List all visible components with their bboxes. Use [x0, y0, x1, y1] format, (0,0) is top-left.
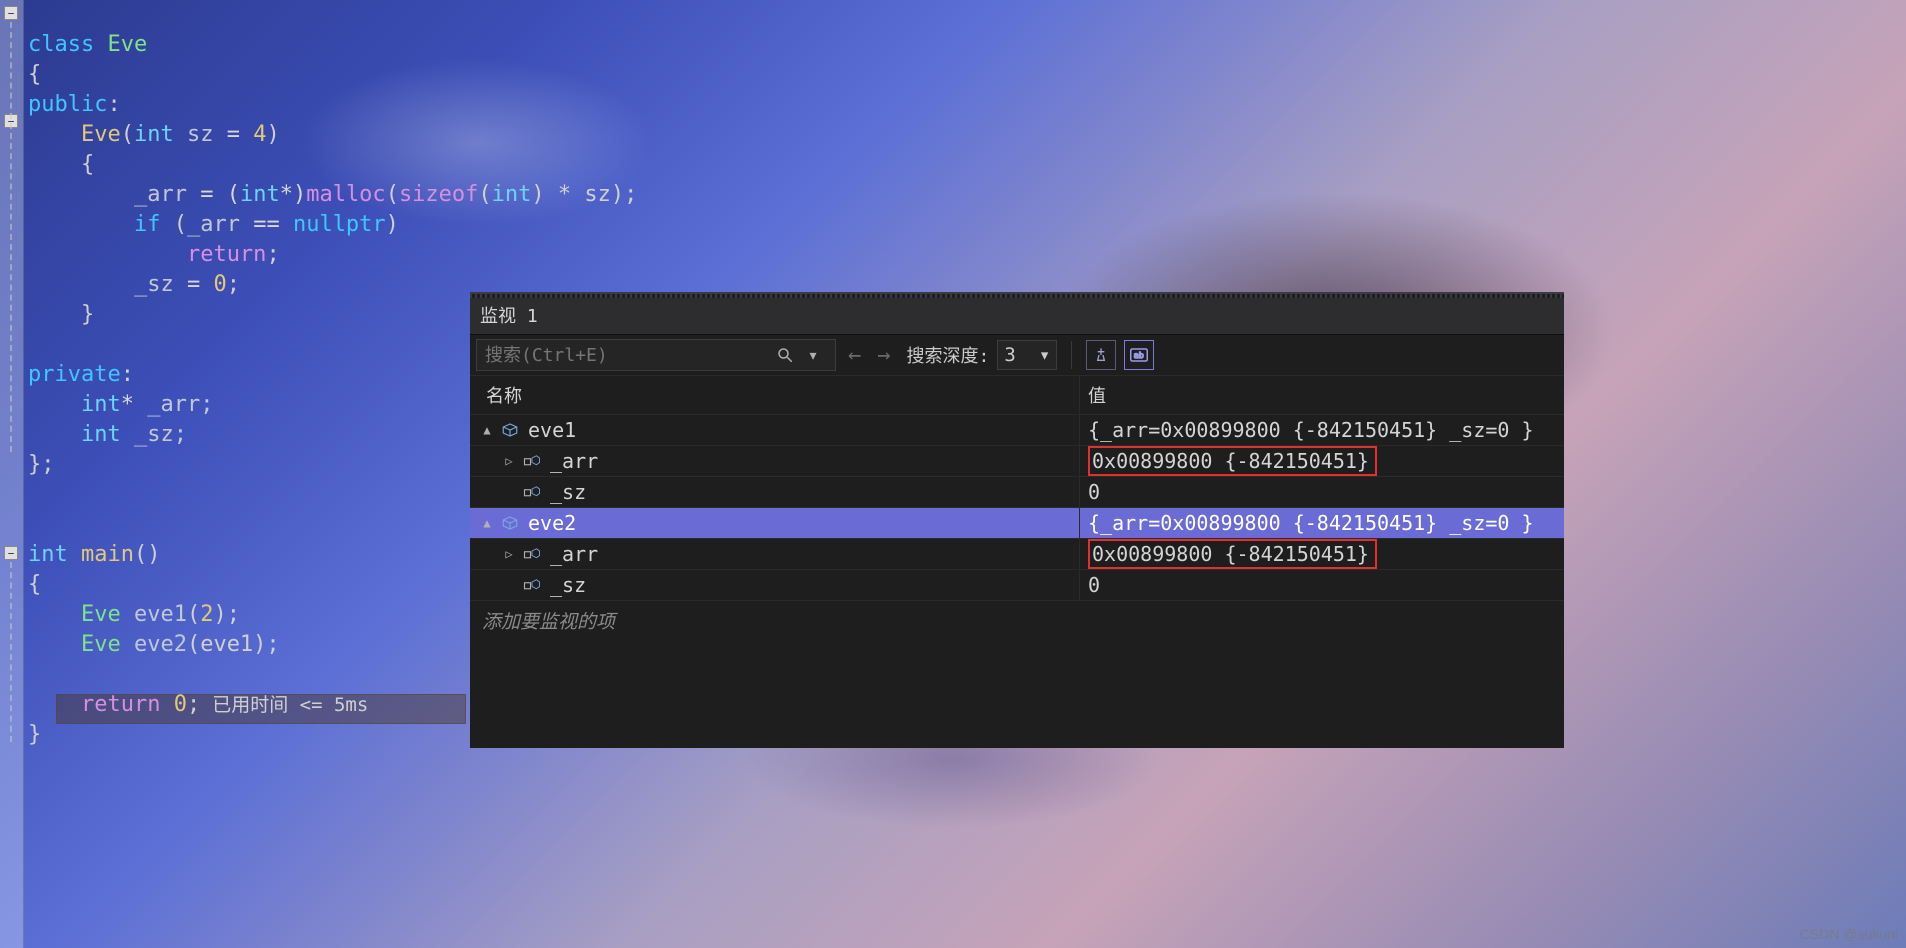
- watch-var-name: eve2: [528, 511, 576, 535]
- chevron-down-icon[interactable]: ▾: [799, 341, 827, 369]
- expand-toggle-icon[interactable]: ▲: [480, 516, 494, 530]
- perf-hint[interactable]: 已用时间 <= 5ms: [212, 694, 368, 716]
- watch-value: {_arr=0x00899800 {-842150451} _sz=0 }: [1088, 418, 1534, 442]
- expand-toggle-icon[interactable]: ▲: [480, 423, 494, 437]
- keyword-private: private: [28, 362, 121, 387]
- display-format-button[interactable]: ab: [1124, 340, 1154, 370]
- constructor-name: Eve: [81, 122, 121, 147]
- depth-select[interactable]: 3▾: [997, 340, 1057, 370]
- svg-text:ab: ab: [1134, 350, 1144, 360]
- expand-toggle-icon[interactable]: ▷: [502, 547, 516, 561]
- depth-value: 3: [1004, 344, 1015, 366]
- object-icon: [500, 422, 520, 438]
- field-icon: [522, 546, 542, 562]
- watch-row[interactable]: _sz 0: [470, 570, 1564, 601]
- code-editor: − − − class Eve { public: Eve(int sz = 4…: [0, 0, 470, 948]
- fold-toggle-icon[interactable]: −: [4, 546, 18, 560]
- watermark: CSDN @sukuni: [1800, 926, 1898, 942]
- fold-guide: [10, 562, 12, 742]
- field-icon: [522, 453, 542, 469]
- search-icon[interactable]: [771, 341, 799, 369]
- keyword-class: class: [28, 32, 94, 57]
- search-next-button[interactable]: →: [873, 343, 894, 368]
- fold-toggle-icon[interactable]: −: [4, 6, 18, 20]
- object-icon: [500, 515, 520, 531]
- watch-value: 0: [1088, 480, 1100, 504]
- function-main: main: [68, 542, 134, 567]
- expand-toggle-icon[interactable]: ▷: [502, 454, 516, 468]
- watch-toolbar: ▾ ← → 搜索深度: 3▾ ab: [470, 335, 1564, 376]
- highlighted-value: 0x00899800 {-842150451}: [1088, 446, 1377, 476]
- watch-value: {_arr=0x00899800 {-842150451} _sz=0 }: [1088, 511, 1534, 535]
- chevron-down-icon: ▾: [1039, 344, 1050, 366]
- column-name-header[interactable]: 名称: [470, 376, 1080, 414]
- editor-gutter: [0, 0, 24, 948]
- field-icon: [522, 484, 542, 500]
- watch-var-name: _arr: [550, 449, 598, 473]
- watch-var-name: _arr: [550, 542, 598, 566]
- watch-panel-title[interactable]: 监视 1: [470, 298, 1564, 335]
- watch-var-name: eve1: [528, 418, 576, 442]
- class-name: Eve: [107, 32, 147, 57]
- watch-row[interactable]: ▲ eve1 {_arr=0x00899800 {-842150451} _sz=0…: [470, 415, 1564, 446]
- watch-row[interactable]: _sz 0: [470, 477, 1564, 508]
- fold-guide: [10, 22, 12, 452]
- field-icon: [522, 577, 542, 593]
- watch-column-header[interactable]: 名称 值: [470, 376, 1564, 415]
- search-prev-button[interactable]: ←: [844, 343, 865, 368]
- pin-button[interactable]: [1086, 340, 1116, 370]
- add-watch-item[interactable]: 添加要监视的项: [470, 601, 1564, 640]
- depth-label: 搜索深度:: [907, 342, 990, 368]
- expand-toggle-icon[interactable]: [502, 485, 516, 499]
- watch-search-box[interactable]: ▾: [476, 339, 836, 371]
- highlighted-value: 0x00899800 {-842150451}: [1088, 539, 1377, 569]
- watch-panel: 监视 1 ▾ ← → 搜索深度: 3▾ ab 名称 值 ▲eve1{_arr=0…: [470, 292, 1564, 748]
- watch-rows: ▲ eve1 {_arr=0x00899800 {-842150451} _sz=0…: [470, 415, 1564, 601]
- expand-toggle-icon[interactable]: [502, 578, 516, 592]
- separator: [1071, 341, 1072, 369]
- column-value-header[interactable]: 值: [1080, 376, 1564, 414]
- watch-var-name: _sz: [550, 573, 586, 597]
- watch-row[interactable]: ▷ _arr 0x00899800 {-842150451}: [470, 446, 1564, 477]
- search-input[interactable]: [485, 345, 771, 366]
- keyword-public: public: [28, 92, 107, 117]
- watch-var-name: _sz: [550, 480, 586, 504]
- watch-row[interactable]: ▷ _arr 0x00899800 {-842150451}: [470, 539, 1564, 570]
- watch-value: 0: [1088, 573, 1100, 597]
- watch-row[interactable]: ▲ eve2 {_arr=0x00899800 {-842150451} _sz=0…: [470, 508, 1564, 539]
